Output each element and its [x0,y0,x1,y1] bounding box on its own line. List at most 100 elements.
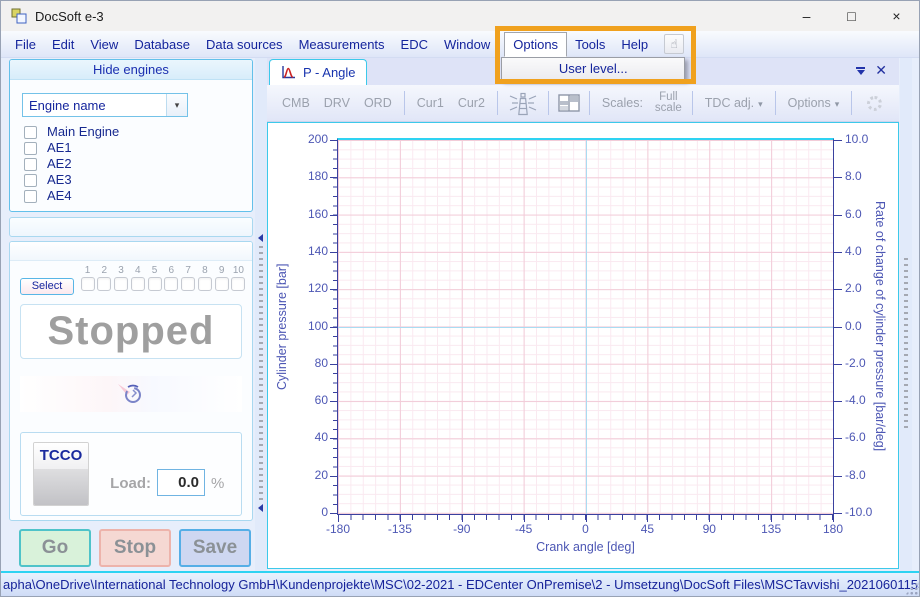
menu-file[interactable]: File [7,32,44,57]
tab-bar-controls: ✕ [856,64,887,77]
x-tick-label: -135 [378,522,422,536]
menu-item-user-level[interactable]: User level... [559,61,628,76]
menu-window[interactable]: Window [436,32,498,57]
y-left-tick-mark [330,438,338,439]
menu-edc[interactable]: EDC [393,32,436,57]
save-button[interactable]: Save [179,529,251,567]
right-splitter[interactable] [900,58,912,573]
engine-list: Main Engine AE1 AE2 AE3 AE4 [24,124,244,204]
checkbox-cyl-10[interactable] [231,277,245,291]
y-left-tick-label: 80 [286,356,328,370]
checkbox-ae3[interactable] [24,174,37,187]
menu-edit[interactable]: Edit [44,32,82,57]
checkbox-main-engine[interactable] [24,126,37,139]
splitter-handle[interactable] [904,258,908,428]
list-item: AE4 [24,188,244,204]
y-right-tick-label: 4.0 [845,244,889,258]
y-right-tick-label: 6.0 [845,207,889,221]
checkbox-cyl-3[interactable] [114,277,128,291]
collapse-left-icon[interactable] [258,234,263,242]
minimize-button[interactable]: – [784,1,829,31]
checkbox-cyl-4[interactable] [131,277,145,291]
cylinder-number: 8 [202,265,208,276]
y-left-tick-label: 100 [286,319,328,333]
y-left-tick-label: 0 [286,505,328,519]
x-tick-label: -180 [316,522,360,536]
menu-data-sources[interactable]: Data sources [198,32,291,57]
y-left-tick-mark [330,401,338,402]
load-input[interactable] [157,469,205,496]
y-right-tick-label: 0.0 [845,319,889,333]
hand-pointer-icon[interactable]: ☝ [664,34,684,54]
y-left-tick-label: 120 [286,281,328,295]
checkbox-cyl-7[interactable] [181,277,195,291]
toolbar-separator [851,91,852,115]
drv-button[interactable]: DRV [317,96,357,110]
scales-mode-button[interactable]: Full scale [650,92,687,114]
layout-grid-icon[interactable] [554,94,584,112]
x-tick-mark [400,514,401,522]
engine-name-dropdown[interactable]: Engine name ▾ [22,93,188,117]
splitter-handle[interactable] [259,246,263,500]
menu-help[interactable]: Help [613,32,656,57]
cur2-button[interactable]: Cur2 [451,96,492,110]
y-left-tick-mark [330,327,338,328]
lighthouse-icon[interactable] [503,90,543,116]
y-right-tick-label: 10.0 [845,132,889,146]
checkbox-ae2[interactable] [24,158,37,171]
toolbar-separator [497,91,498,115]
checkbox-cyl-8[interactable] [198,277,212,291]
ord-button[interactable]: ORD [357,96,399,110]
tab-list-dropdown-icon[interactable] [856,67,865,75]
zero-rate-line [338,327,833,328]
select-button[interactable]: Select [20,278,74,295]
tab-p-angle[interactable]: P - Angle [269,59,367,85]
tcco-button[interactable]: TCCO [33,442,89,506]
y-right-tick-label: 8.0 [845,169,889,183]
checkbox-ae4[interactable] [24,190,37,203]
load-unit: % [211,475,224,492]
y-right-tick-mark [834,401,842,402]
cylinder-number: 4 [135,265,141,276]
menu-view[interactable]: View [82,32,126,57]
hide-engines-panel: Hide engines Engine name ▾ Main Engine A… [9,59,253,212]
x-tick-label: -45 [502,522,546,536]
chevron-down-icon[interactable]: ▾ [166,94,187,116]
sidebar-splitter[interactable] [255,58,267,573]
cylinder-number: 7 [185,265,191,276]
menu-database[interactable]: Database [126,32,198,57]
collapse-left-icon[interactable] [258,504,263,512]
cur1-button[interactable]: Cur1 [410,96,451,110]
plot-area[interactable] [337,138,834,515]
chart-options-button[interactable]: Options▾ [781,96,847,110]
cmb-button[interactable]: CMB [275,96,317,110]
y-left-tick-mark [330,140,338,141]
chevron-down-icon: ▾ [835,99,840,109]
tab-close-icon[interactable]: ✕ [875,64,887,77]
checkbox-cyl-9[interactable] [215,277,229,291]
go-button[interactable]: Go [19,529,91,567]
y-right-tick-label: -2.0 [845,356,889,370]
close-button[interactable]: × [874,1,919,31]
menu-tools[interactable]: Tools [567,32,613,57]
checkbox-cyl-6[interactable] [164,277,178,291]
checkbox-cyl-5[interactable] [148,277,162,291]
stop-button[interactable]: Stop [99,529,171,567]
list-item: AE2 [24,156,244,172]
x-tick-mark [771,514,772,522]
menu-measurements[interactable]: Measurements [291,32,393,57]
x-tick-label: 0 [564,522,608,536]
y-right-tick-mark [834,252,842,253]
menu-options-open[interactable]: Options [504,32,567,57]
checkbox-cyl-1[interactable] [81,277,95,291]
x-tick-mark [524,514,525,522]
checkbox-cyl-2[interactable] [97,277,111,291]
engine-label: Main Engine [47,124,119,140]
x-tick-mark [833,514,834,522]
tdc-adj-button[interactable]: TDC adj.▾ [698,96,770,110]
y-left-tick-mark [330,513,338,514]
checkbox-ae1[interactable] [24,142,37,155]
maximize-button[interactable]: □ [829,1,874,31]
curve-icon [280,65,297,80]
x-tick-mark [338,514,339,522]
